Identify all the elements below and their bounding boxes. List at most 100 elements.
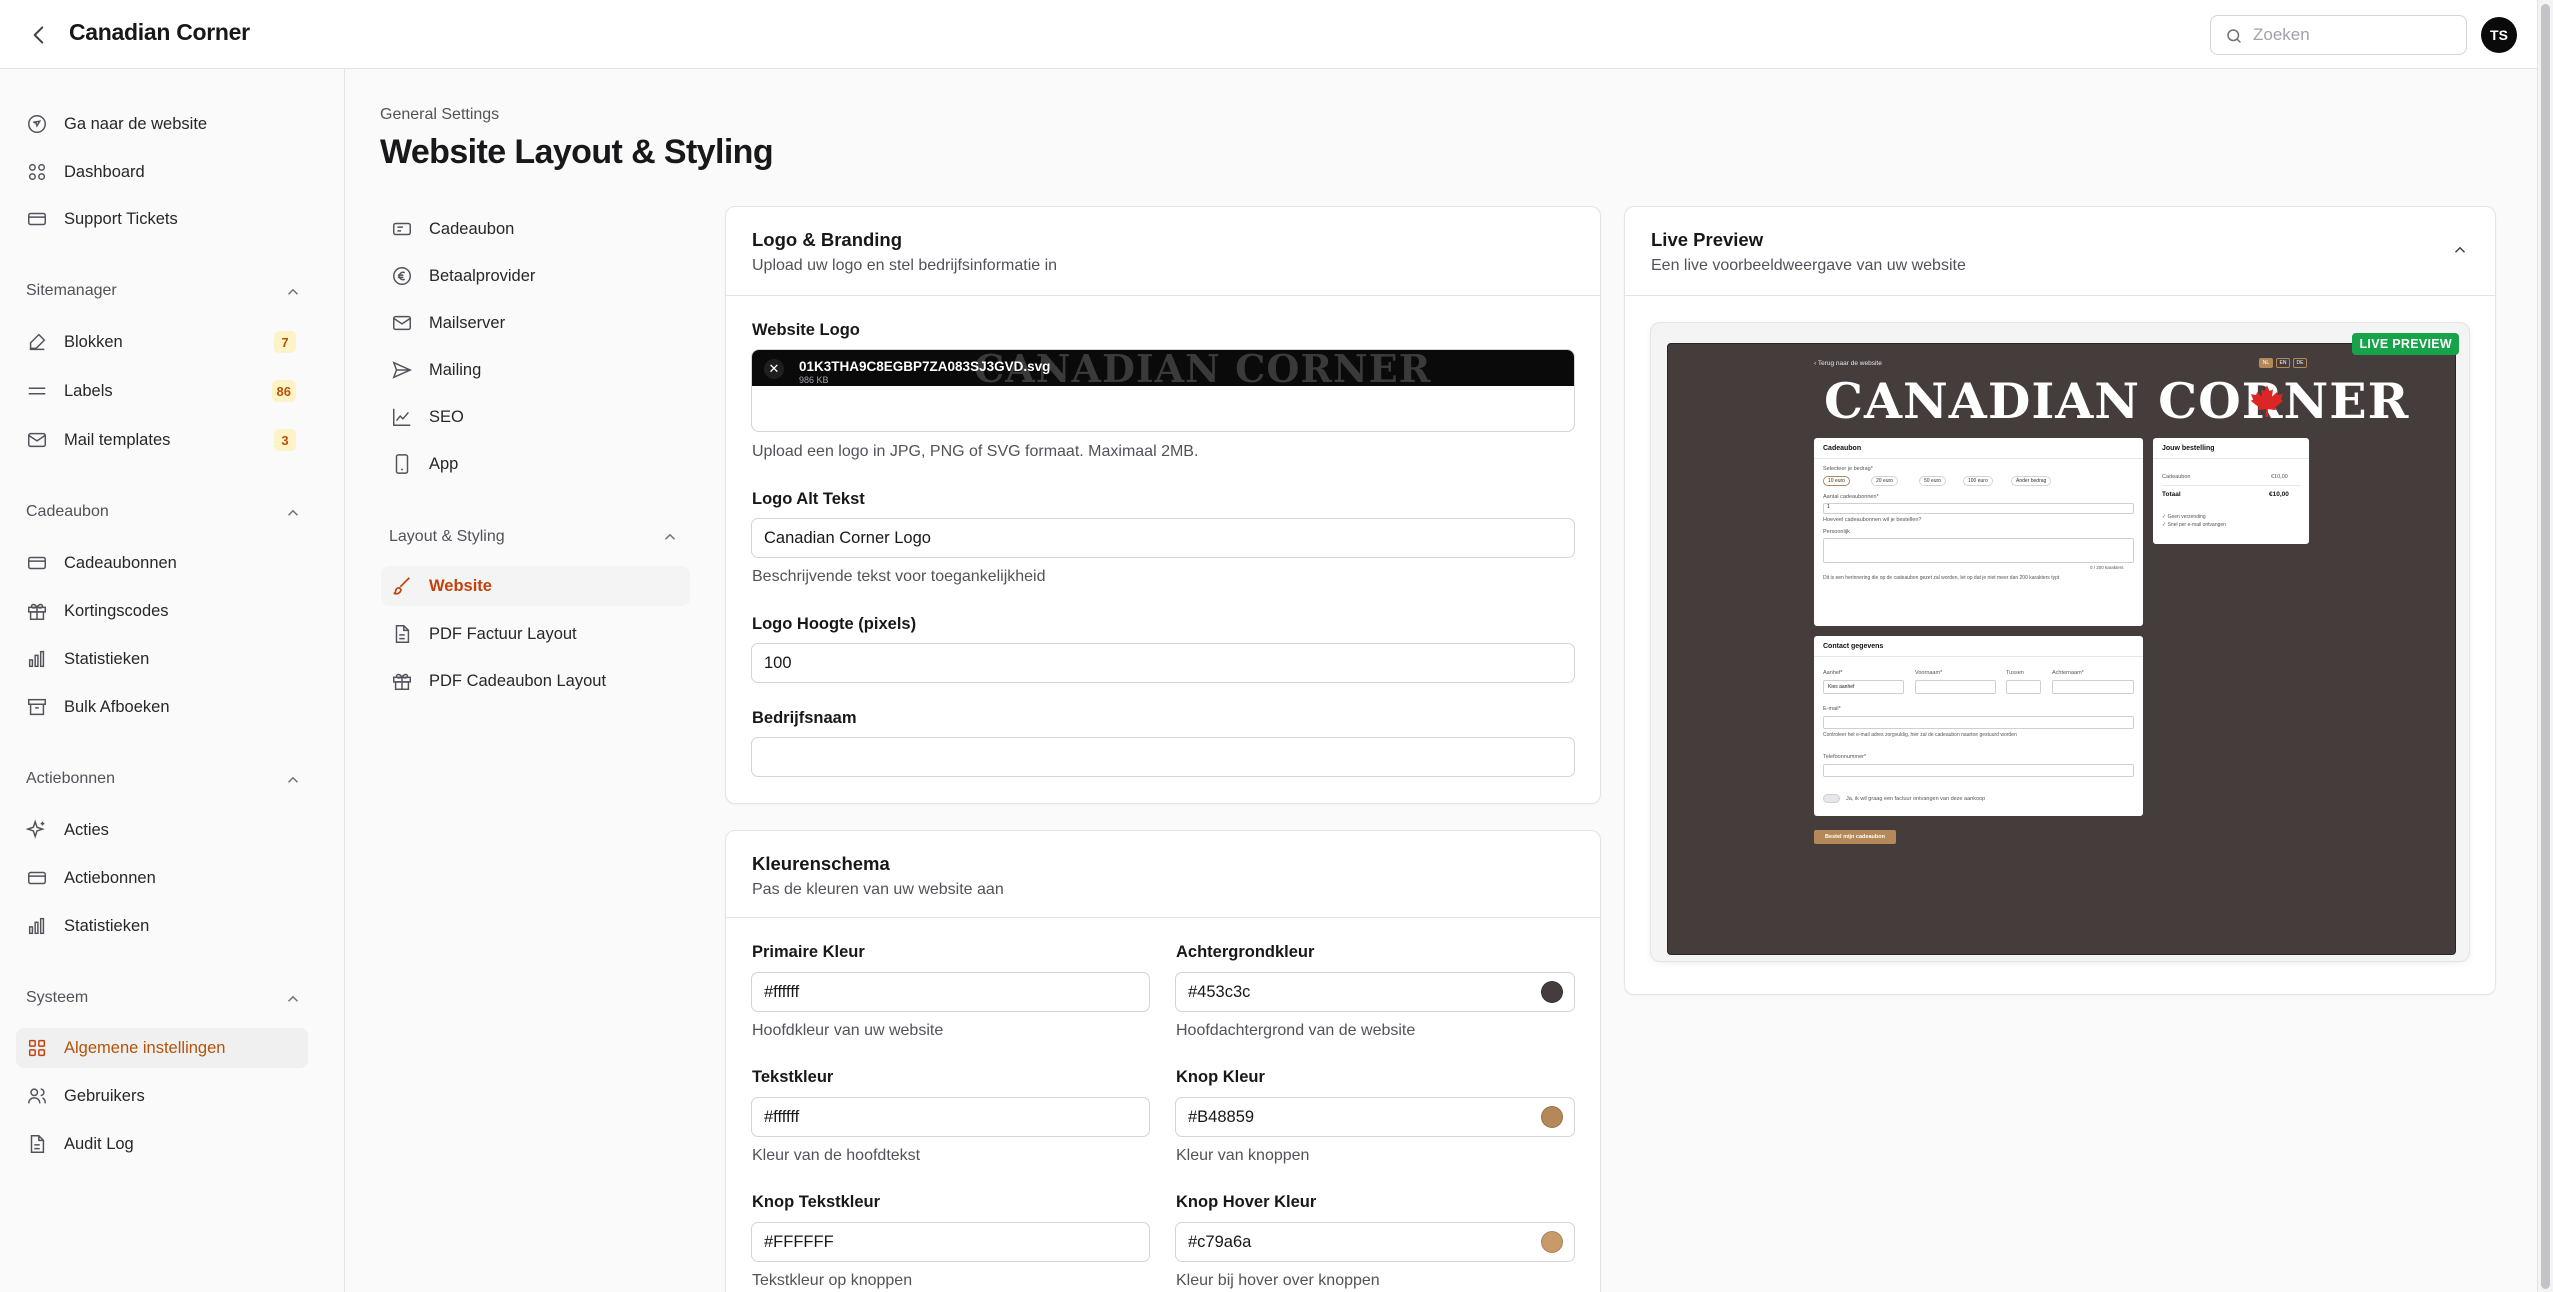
button-text-color-input[interactable] <box>751 1222 1150 1262</box>
remove-file-button[interactable]: ✕ <box>764 359 784 379</box>
page-title: Website Layout & Styling <box>380 133 774 171</box>
sidebar-item-bulk-afboeken[interactable]: Bulk Afboeken <box>16 687 308 727</box>
sidebar-item-acties[interactable]: Acties <box>16 810 308 850</box>
gift-icon <box>28 603 46 620</box>
file-name: 01K3THA9C8EGBP7ZA083SJ3GVD.svg <box>799 359 1051 374</box>
sidebar-item-label: Statistieken <box>64 649 150 668</box>
page-scrollbar[interactable] <box>2537 0 2553 1292</box>
external-site-icon <box>28 115 46 133</box>
subnav-item-cadeaubon[interactable]: Cadeaubon <box>381 209 690 249</box>
sidebar-item-label: Actiebonnen <box>64 868 156 887</box>
chart-icon <box>28 917 45 935</box>
subnav-item-app[interactable]: App <box>381 444 690 484</box>
logo-hint: Upload een logo in JPG, PNG of SVG forma… <box>752 443 1199 460</box>
subnav-item-label: PDF Factuur Layout <box>429 624 577 643</box>
subnav-section-layout[interactable]: Layout & Styling <box>389 528 679 546</box>
sidebar-item-support-tickets[interactable]: Support Tickets <box>16 199 308 239</box>
maple-leaf-icon <box>2250 385 2284 417</box>
subnav-item-pdf-cadeaubon[interactable]: PDF Cadeaubon Layout <box>381 661 690 701</box>
sidebar-item-statistieken-acties[interactable]: Statistieken <box>16 906 308 946</box>
collapse-chevron-icon[interactable] <box>2451 241 2469 259</box>
subnav-item-pdf-factuur[interactable]: PDF Factuur Layout <box>381 614 690 654</box>
sidebar-item-audit-log[interactable]: Audit Log <box>16 1124 308 1164</box>
chevron-up-icon <box>287 776 299 783</box>
sidebar-item-kortingscodes[interactable]: Kortingscodes <box>16 591 308 631</box>
subnav-item-label: Mailserver <box>429 313 506 332</box>
alt-text-input[interactable] <box>751 518 1575 558</box>
logo-label: Website Logo <box>752 321 860 339</box>
card-description: Upload uw logo en stel bedrijfsinformati… <box>752 257 1058 274</box>
sidebar-item-gebruikers[interactable]: Gebruikers <box>16 1076 308 1116</box>
logo-upload-field[interactable]: CANADIAN CORNER ✕ 01K3THA9C8EGBP7ZA083SJ… <box>751 349 1575 432</box>
sidebar-item-cadeaubonnen[interactable]: Cadeaubonnen <box>16 543 308 583</box>
button-color-input[interactable] <box>1175 1097 1575 1137</box>
subnav-item-mailserver[interactable]: Mailserver <box>381 303 690 343</box>
user-avatar[interactable]: TS <box>2481 17 2517 53</box>
background-color-input[interactable] <box>1175 972 1575 1012</box>
sidebar-item-mail-templates[interactable]: Mail templates 3 <box>16 420 308 460</box>
subnav-item-mailing[interactable]: Mailing <box>381 350 690 390</box>
preview-email-label: E-mail* <box>1823 706 1841 712</box>
back-button[interactable] <box>26 22 52 48</box>
button-hover-color-label: Knop Hover Kleur <box>1176 1193 1317 1211</box>
sidebar-item-actiebonnen[interactable]: Actiebonnen <box>16 858 308 898</box>
gift-icon <box>393 673 411 690</box>
subnav-item-betaalprovider[interactable]: Betaalprovider <box>381 256 690 296</box>
card-description: Pas de kleuren van uw website aan <box>752 881 1004 898</box>
preview-invoice-label: Ja, ik wil graag een factuur ontvangen v… <box>1846 796 1986 802</box>
preview-infix-label: Tussen <box>2006 670 2024 676</box>
sidebar-item-algemene-instellingen[interactable]: Algemene instellingen <box>16 1028 308 1068</box>
preview-count-hint: Hoeveel cadeaubonnen wil je bestellen? <box>1823 517 1922 523</box>
section-title: Actiebonnen <box>26 770 115 787</box>
sidebar-item-label: Acties <box>64 820 109 839</box>
sidebar-item-website[interactable]: Ga naar de website <box>16 104 308 144</box>
sidebar-section-systeem[interactable]: Systeem <box>26 989 302 1007</box>
file-size: 986 KB <box>799 375 829 385</box>
brush-icon <box>393 577 410 595</box>
logo-height-input[interactable] <box>751 643 1575 683</box>
sidebar-item-dashboard[interactable]: Dashboard <box>16 152 308 192</box>
sidebar-section-cadeaubon[interactable]: Cadeaubon <box>26 503 302 521</box>
text-color-input[interactable] <box>751 1097 1150 1137</box>
company-name-input[interactable] <box>751 737 1575 777</box>
search-box[interactable] <box>2210 15 2467 55</box>
button-color-label: Knop Kleur <box>1176 1068 1265 1086</box>
preview-divider <box>1814 458 2143 459</box>
primary-color-input[interactable] <box>751 972 1150 1012</box>
chart-line-icon <box>393 408 411 426</box>
sparkle-icon <box>26 819 45 839</box>
subnav-item-label: Mailing <box>429 360 482 379</box>
button-hover-color-swatch[interactable] <box>1541 1231 1563 1253</box>
preview-order-item: Cadeaubon <box>2162 474 2191 480</box>
preview-email-hint: Controleer het e-mail adres zorgvuldig, … <box>1823 732 2017 738</box>
file-icon <box>395 625 410 643</box>
preview-divider <box>2162 485 2300 486</box>
background-color-swatch[interactable] <box>1541 981 1563 1003</box>
search-input[interactable] <box>2253 24 2453 46</box>
preview-firstname-label: Voornaam* <box>1915 670 1943 676</box>
sidebar-item-blokken[interactable]: Blokken 7 <box>16 322 308 362</box>
subnav-item-label: PDF Cadeaubon Layout <box>429 671 607 690</box>
subnav-item-website[interactable]: Website <box>381 566 690 606</box>
sidebar-item-label: Statistieken <box>64 916 150 935</box>
sidebar-item-labels[interactable]: Labels 86 <box>16 371 308 411</box>
sidebar-item-statistieken[interactable]: Statistieken <box>16 639 308 679</box>
section-title: Cadeaubon <box>26 503 109 520</box>
ticket-icon <box>28 556 46 570</box>
alt-text-label: Logo Alt Tekst <box>752 490 865 508</box>
search-icon <box>2227 29 2241 43</box>
subnav-item-seo[interactable]: SEO <box>381 397 690 437</box>
preview-lastname-input <box>2052 680 2134 694</box>
scrollbar-thumb[interactable] <box>2541 4 2550 1289</box>
subnav-item-label: Betaalprovider <box>429 266 536 285</box>
button-color-swatch[interactable] <box>1541 1106 1563 1128</box>
logo-file-preview: CANADIAN CORNER ✕ 01K3THA9C8EGBP7ZA083SJ… <box>752 350 1574 391</box>
background-color-hint: Hoofdachtergrond van de website <box>1176 1022 1416 1039</box>
sidebar-section-sitemanager[interactable]: Sitemanager <box>26 282 302 300</box>
sidebar-section-actiebonnen[interactable]: Actiebonnen <box>26 770 302 788</box>
preview-amount-option: 50 euro <box>1919 476 1946 486</box>
preview-salutation-label: Aanhef* <box>1823 670 1843 676</box>
button-hover-color-input[interactable] <box>1175 1222 1575 1262</box>
preview-order-title: Jouw bestelling <box>2162 445 2215 452</box>
background-color-label: Achtergrondkleur <box>1176 943 1315 961</box>
